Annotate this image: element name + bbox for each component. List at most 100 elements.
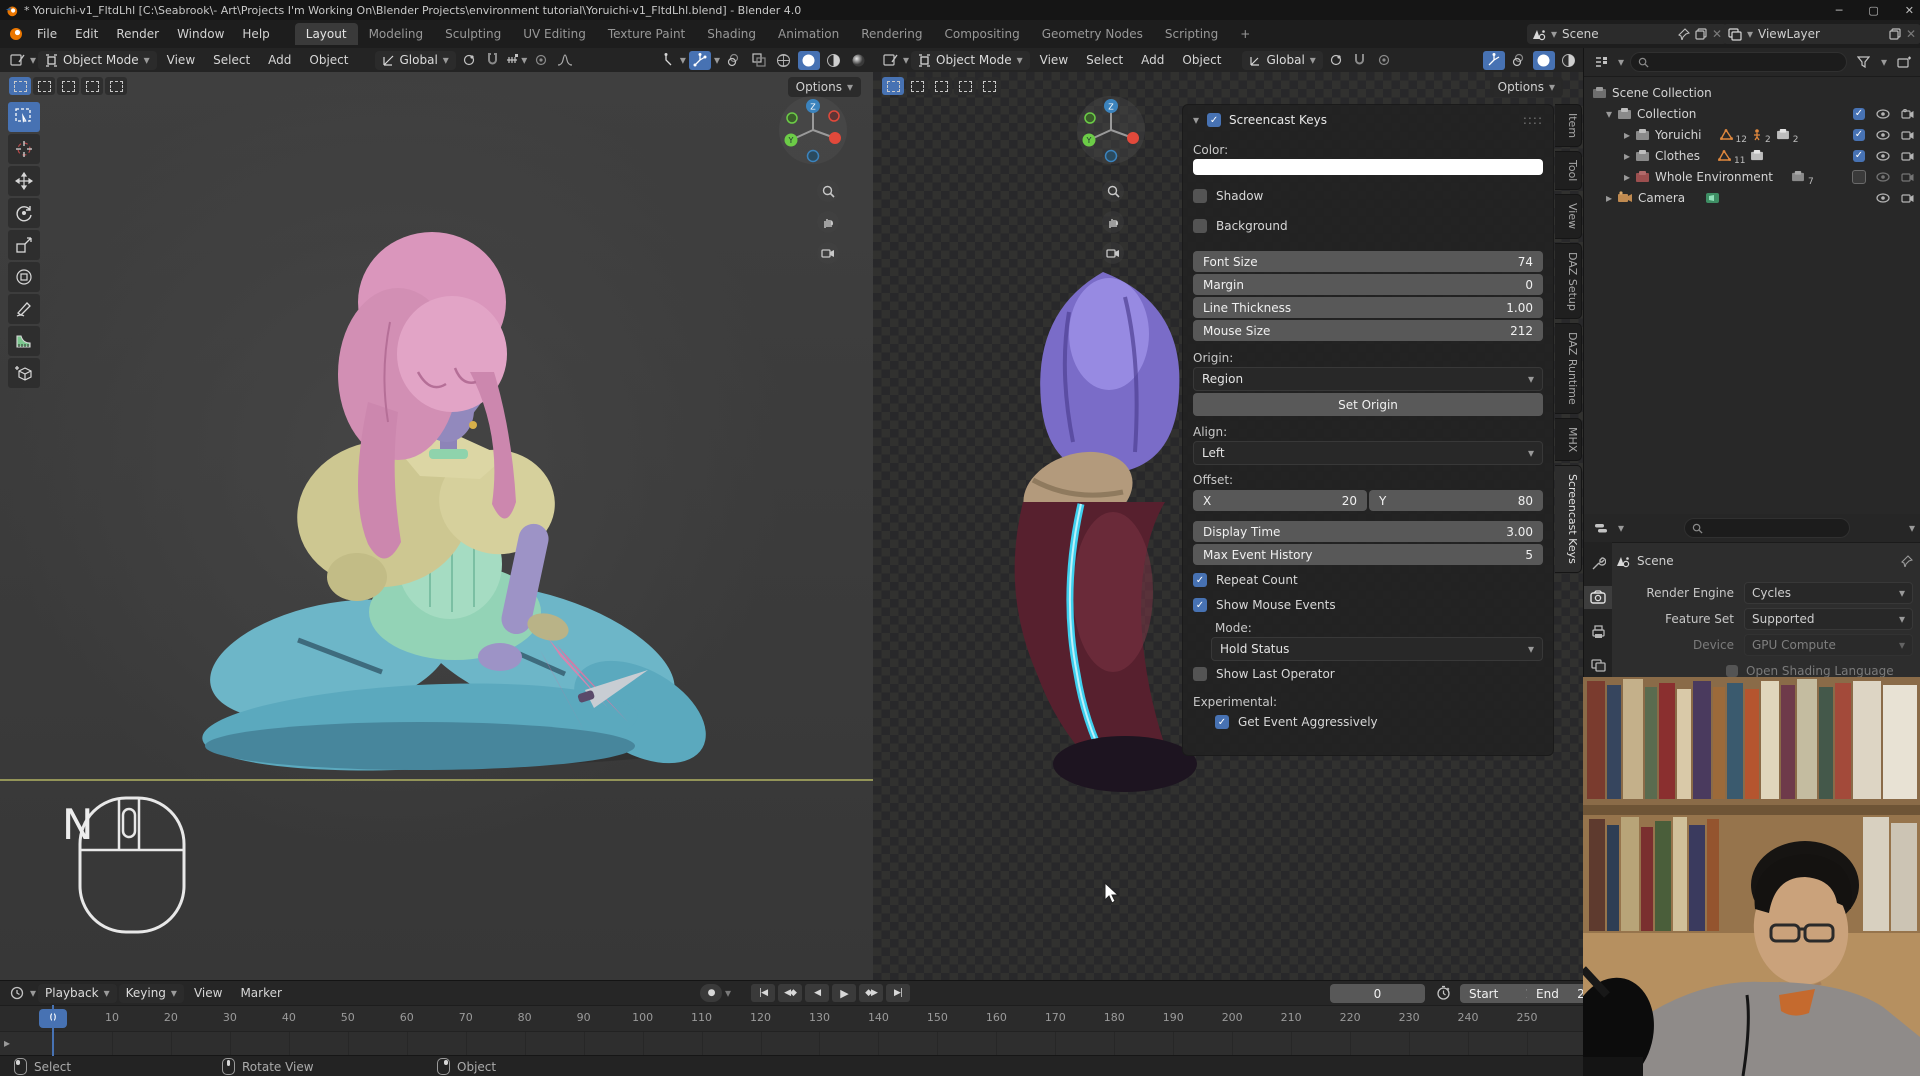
color-swatch[interactable] [1193, 159, 1543, 175]
outliner-search-input[interactable] [1630, 52, 1847, 72]
dropdown-arrow-icon[interactable]: ▾ [1618, 521, 1624, 535]
eye-icon[interactable] [1873, 172, 1893, 182]
eye-icon[interactable] [1873, 109, 1893, 119]
dropdown-arrow-icon[interactable]: ▾ [680, 53, 686, 67]
osl-checkbox[interactable] [1726, 665, 1738, 677]
dropdown-arrow-icon[interactable]: ▾ [1618, 55, 1624, 69]
outliner-row-scene-collection[interactable]: Scene Collection [1584, 82, 1920, 103]
sidebar-tab-view[interactable]: View [1555, 194, 1582, 238]
editor-type-icon[interactable] [879, 51, 901, 70]
drag-handle-icon[interactable]: :::: [1523, 113, 1543, 127]
timeline-tick[interactable]: 100 [632, 1011, 653, 1024]
properties-search-input[interactable] [1684, 518, 1850, 538]
line-thickness-slider[interactable]: Line Thickness 1.00 [1193, 297, 1543, 318]
viewlayer-selector[interactable]: ▾ ViewLayer ✕ [1723, 24, 1920, 44]
output-properties-tab[interactable] [1584, 621, 1612, 643]
viewport-menu-object[interactable]: Object [301, 51, 356, 69]
blender-menu-icon[interactable] [8, 26, 24, 42]
outliner-display-mode-icon[interactable] [1590, 53, 1612, 72]
snap-magnet-icon[interactable] [1349, 51, 1371, 70]
sidebar-tab-daz-setup[interactable]: DAZ Setup [1555, 243, 1582, 320]
shadow-row[interactable]: Shadow [1193, 189, 1543, 203]
margin-slider[interactable]: Margin 0 [1193, 274, 1543, 295]
timeline-tick[interactable]: 90 [577, 1011, 591, 1024]
camera-restrict-icon[interactable] [1897, 151, 1917, 161]
playback-menu[interactable]: Playback ▾ [38, 984, 117, 1003]
proportional-falloff-icon[interactable] [554, 51, 576, 70]
viewport-menu-add[interactable]: Add [260, 51, 299, 69]
timeline-tick[interactable]: 230 [1399, 1011, 1420, 1024]
close-button[interactable]: ✕ [1905, 4, 1914, 17]
timeline-tick[interactable]: 30 [223, 1011, 237, 1024]
pan-hand-icon[interactable] [1102, 211, 1124, 233]
timeline-tick[interactable]: 170 [1045, 1011, 1066, 1024]
offset-x-field[interactable]: X 20 [1193, 490, 1367, 511]
timeline-tick[interactable]: 50 [341, 1011, 355, 1024]
shading-solid-icon[interactable] [798, 51, 820, 70]
tool-add-cube-icon[interactable] [8, 358, 40, 388]
transform-orientation-selector[interactable]: Global ▾ [1242, 51, 1323, 70]
origin-dropdown[interactable]: Region ▾ [1193, 367, 1543, 391]
copy-icon[interactable] [1889, 28, 1901, 40]
new-collection-icon[interactable] [1893, 53, 1915, 72]
pin-icon[interactable] [1678, 28, 1690, 40]
record-button[interactable]: ● [700, 984, 722, 1002]
eye-icon[interactable] [1873, 151, 1893, 161]
camera-restrict-icon[interactable] [1897, 172, 1917, 182]
workspace-tab-scripting[interactable]: Scripting [1154, 23, 1229, 45]
timeline-editor-icon[interactable] [6, 984, 28, 1003]
font-size-slider[interactable]: Font Size 74 [1193, 251, 1543, 272]
shading-wireframe-icon[interactable] [773, 51, 795, 70]
select-invert-mode-button[interactable] [81, 77, 103, 95]
timeline-tick[interactable]: 80 [518, 1011, 532, 1024]
properties-options-icon[interactable]: ▾ [1909, 521, 1915, 535]
panel-enable-checkbox[interactable]: ✓ [1207, 113, 1221, 127]
play-button[interactable]: ▶ [832, 984, 856, 1002]
timeline-tick[interactable]: 10 [105, 1011, 119, 1024]
mode-dropdown[interactable]: Hold Status ▾ [1211, 637, 1543, 661]
dropdown-arrow-icon[interactable]: ▾ [714, 53, 720, 67]
expand-icon[interactable]: ▸ [1624, 128, 1630, 142]
workspace-tab-geometry-nodes[interactable]: Geometry Nodes [1031, 23, 1154, 45]
keying-menu[interactable]: Keying ▾ [119, 984, 184, 1003]
camera-restrict-icon[interactable] [1897, 109, 1917, 119]
workspace-tab-texture-paint[interactable]: Texture Paint [597, 23, 696, 45]
eye-icon[interactable] [1873, 130, 1893, 140]
viewport-menu-select[interactable]: Select [205, 51, 258, 69]
axis-gizmo[interactable]: Z Y [777, 94, 849, 166]
play-reverse-button[interactable]: ◀ [805, 984, 829, 1002]
zoom-icon[interactable] [1102, 180, 1124, 202]
workspace-tab-sculpting[interactable]: Sculpting [434, 23, 512, 45]
timeline-tick[interactable]: 220 [1340, 1011, 1361, 1024]
jump-to-end-button[interactable]: ▶| [886, 984, 910, 1002]
timeline-tick[interactable]: 180 [1104, 1011, 1125, 1024]
pivot-point-icon[interactable] [458, 51, 480, 70]
timeline-tick[interactable]: 150 [927, 1011, 948, 1024]
shading-material-icon[interactable] [823, 51, 845, 70]
remove-viewlayer-icon[interactable]: ✕ [1906, 27, 1916, 41]
tool-annotate-icon[interactable] [8, 294, 40, 324]
camera-restrict-icon[interactable] [1897, 193, 1917, 203]
sidebar-tab-item[interactable]: Item [1555, 104, 1582, 147]
timeline-tick[interactable]: 130 [809, 1011, 830, 1024]
workspace-tab-layout[interactable]: Layout [295, 23, 358, 45]
xray-toggle-icon[interactable] [748, 51, 770, 70]
jump-to-start-button[interactable]: |◀ [751, 984, 775, 1002]
camera-restrict-icon[interactable] [1897, 130, 1917, 140]
expand-icon[interactable]: ▾ [1606, 107, 1612, 121]
feature-set-dropdown[interactable]: Supported ▾ [1744, 608, 1913, 630]
display-time-slider[interactable]: Display Time 3.00 [1193, 521, 1543, 542]
workspace-tab-animation[interactable]: Animation [767, 23, 850, 45]
timeline-tick[interactable]: 110 [691, 1011, 712, 1024]
filter-icon[interactable] [1853, 53, 1875, 72]
select-subtract-mode-button[interactable] [57, 77, 79, 95]
dropdown-arrow-icon[interactable]: ▾ [1881, 55, 1887, 69]
proportional-editing-icon[interactable] [530, 51, 552, 70]
render-properties-tab[interactable] [1584, 586, 1612, 608]
tool-move-icon[interactable] [8, 166, 40, 196]
shading-rendered-icon[interactable] [848, 51, 870, 70]
dropdown-arrow-icon[interactable]: ▾ [30, 986, 36, 1000]
menu-window[interactable]: Window [168, 23, 233, 45]
tool-rotate-icon[interactable] [8, 198, 40, 228]
shading-solid-icon[interactable] [1533, 51, 1555, 70]
